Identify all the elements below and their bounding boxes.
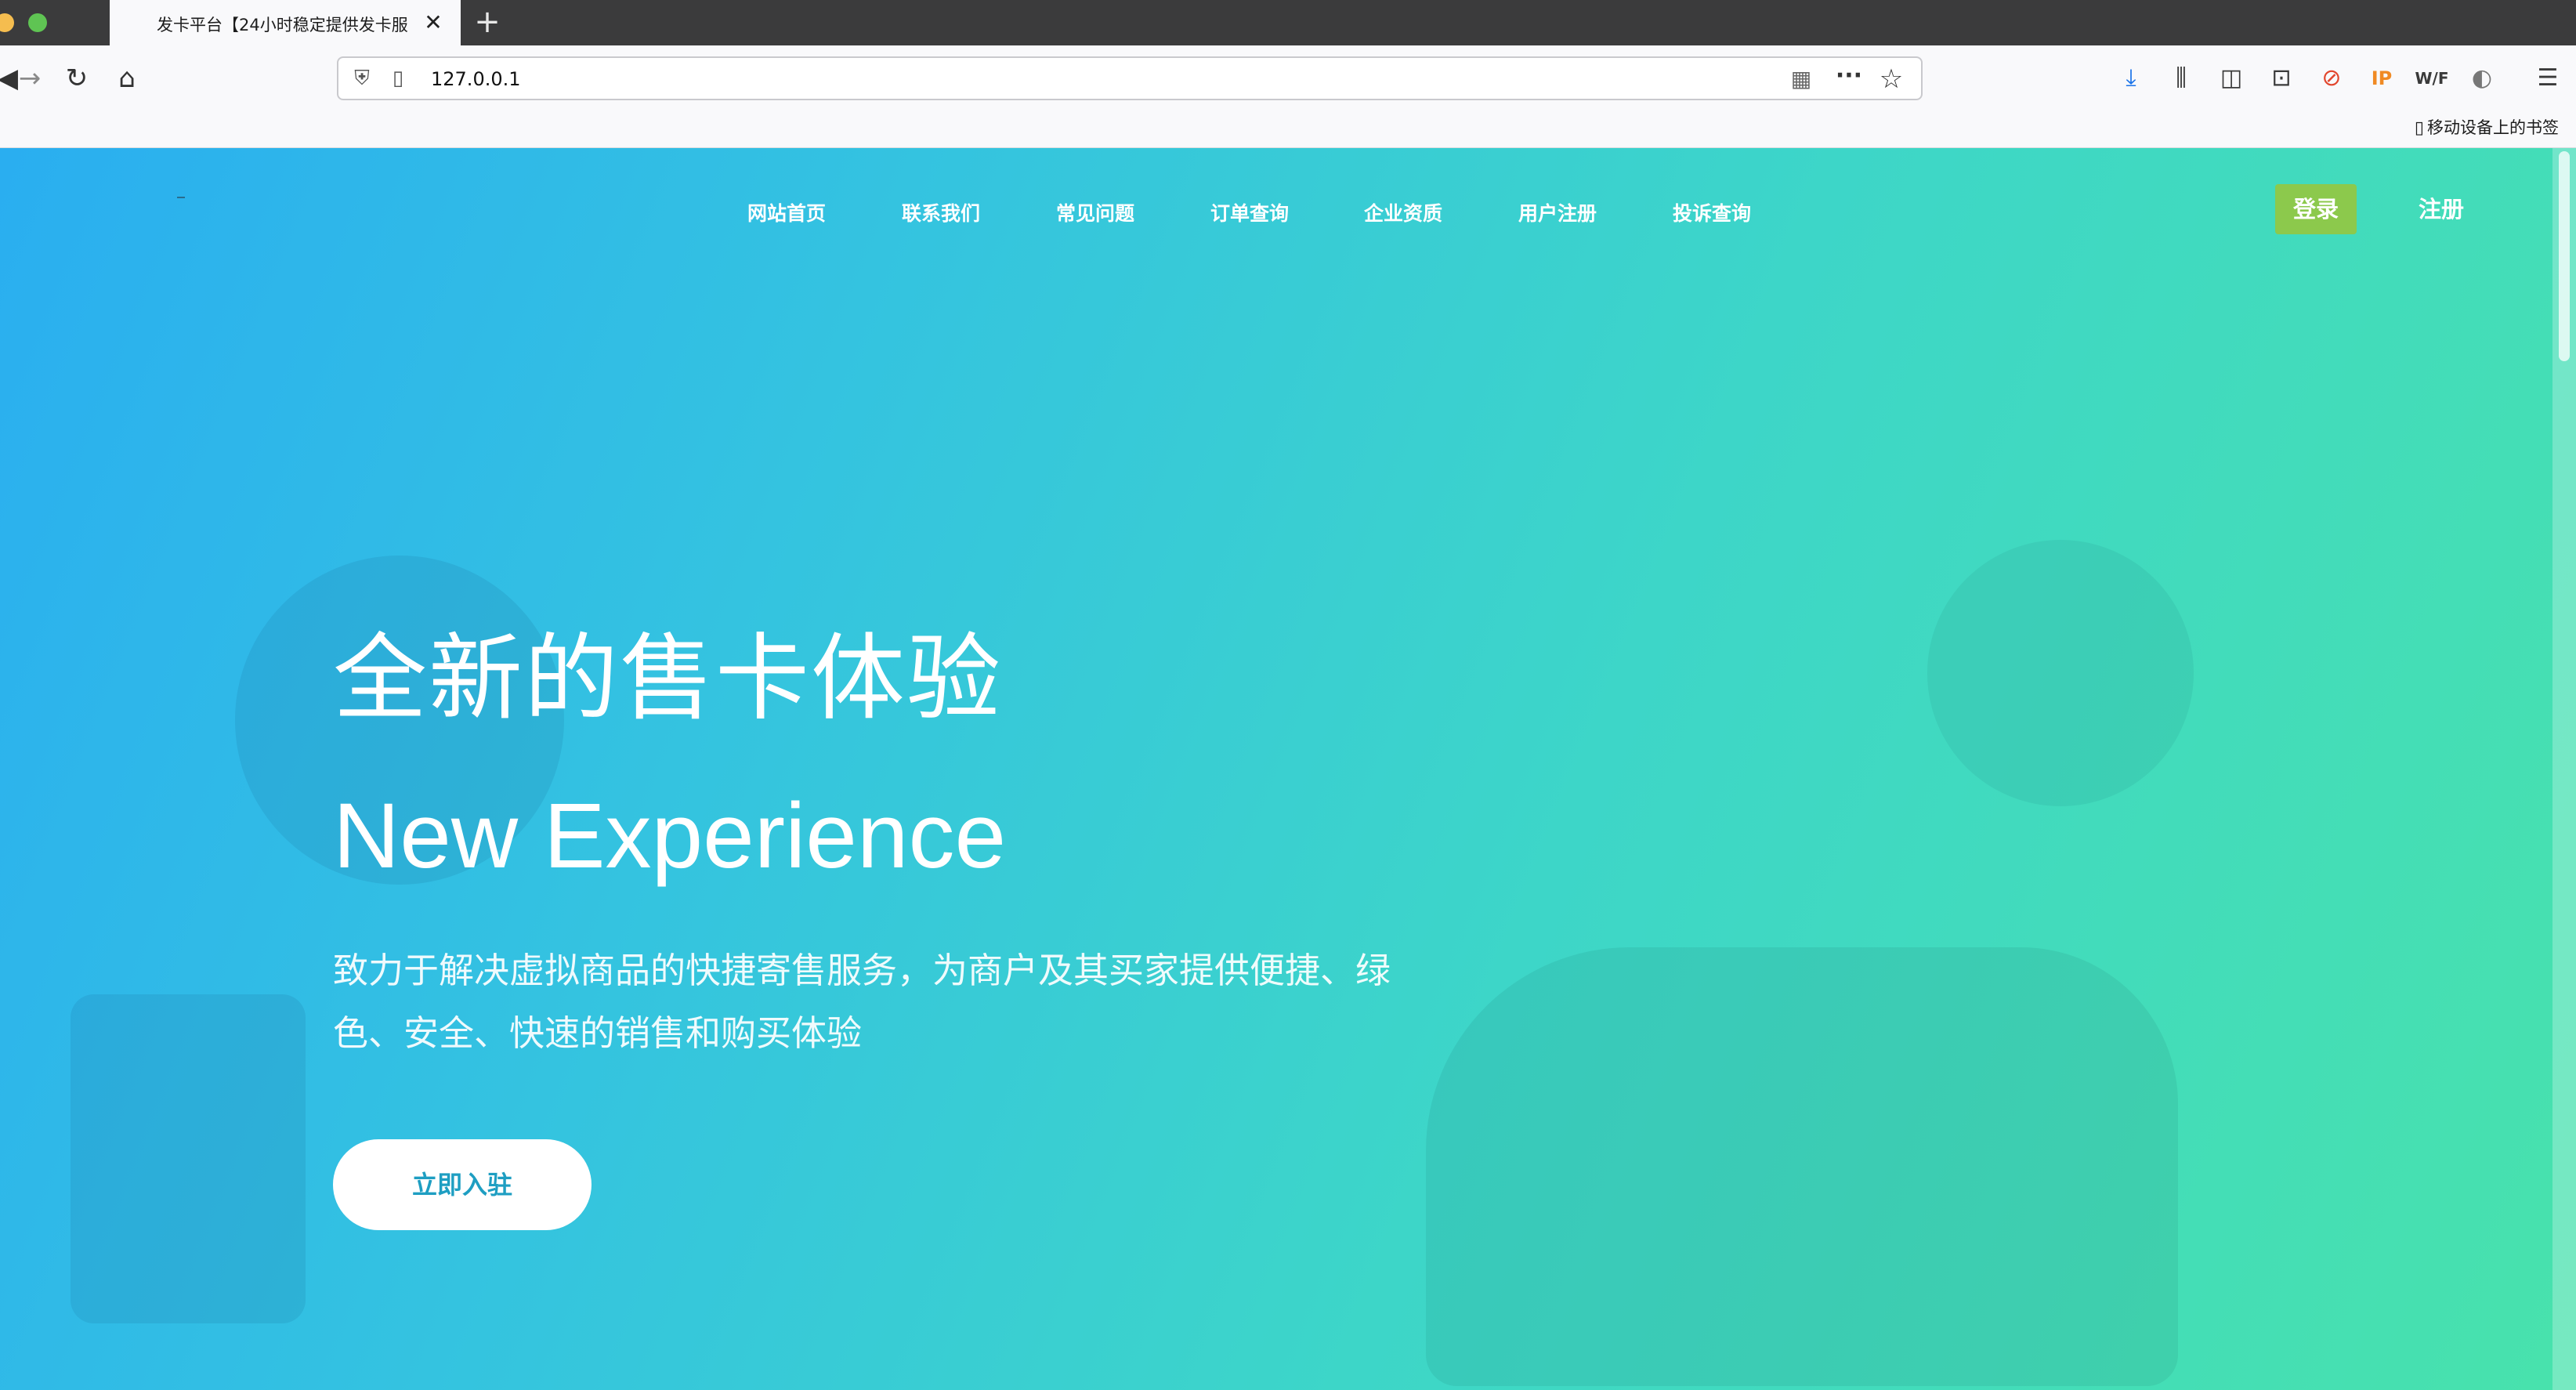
scrollbar-thumb[interactable] xyxy=(2559,151,2570,361)
mobile-bookmarks[interactable]: ▯ 移动设备上的书签 xyxy=(2415,114,2559,141)
more-actions-icon[interactable]: ··· xyxy=(1833,64,1865,92)
hero-section: 网站首页 联系我们 常见问题 订单查询 企业资质 用户注册 投诉查询 登录 注册… xyxy=(0,148,2576,1390)
menu-icon[interactable]: ☰ xyxy=(2531,61,2565,96)
nav-item-complaint-query[interactable]: 投诉查询 xyxy=(1649,195,1775,233)
site-nav: 网站首页 联系我们 常见问题 订单查询 企业资质 用户注册 投诉查询 xyxy=(0,195,2576,233)
home-icon[interactable]: ⌂ xyxy=(110,61,144,96)
background-decoration xyxy=(1927,540,2194,806)
ip-extension-icon[interactable]: IP xyxy=(2364,61,2399,96)
screenshot-icon[interactable]: ⊡ xyxy=(2264,61,2299,96)
plus-icon[interactable]: + xyxy=(470,6,505,41)
library-icon[interactable]: ⫼ xyxy=(2164,61,2198,96)
url-input[interactable]: 127.0.0.1 xyxy=(431,67,901,91)
browser-tab-bar: 发卡平台【24小时稳定提供发卡服务】 ✕ + xyxy=(0,0,2576,47)
hero-title-cn: 全新的售卡体验 xyxy=(333,624,1002,733)
bookmark-star-icon[interactable]: ☆ xyxy=(1876,64,1907,94)
nav-item-user-register[interactable]: 用户注册 xyxy=(1495,195,1620,233)
download-icon[interactable]: ⤓ xyxy=(2114,61,2148,96)
sidebar-icon[interactable]: ◫ xyxy=(2214,61,2249,96)
minimize-window-button[interactable] xyxy=(0,13,14,32)
address-bar[interactable]: ⛨ ▯ 127.0.0.1 ▦ ··· ☆ xyxy=(337,56,1923,100)
background-decoration xyxy=(71,994,306,1323)
nav-item-qualification[interactable]: 企业资质 xyxy=(1340,195,1466,233)
close-icon[interactable]: ✕ xyxy=(421,11,445,34)
hero-description-line: 色、安全、快速的销售和购买体验 xyxy=(333,1012,863,1054)
hero-description: 致力于解决虚拟商品的快捷寄售服务，为商户及其买家提供便捷、绿 色、安全、快速的销… xyxy=(333,939,1492,1073)
reload-icon[interactable]: ↻ xyxy=(60,61,94,96)
nav-item-contact[interactable]: 联系我们 xyxy=(878,195,1004,233)
forward-arrow-icon[interactable]: → xyxy=(13,61,47,96)
background-decoration xyxy=(1426,947,2178,1386)
join-now-button[interactable]: 立即入驻 xyxy=(333,1139,592,1230)
page-scrollbar[interactable] xyxy=(2552,148,2576,1390)
register-button[interactable]: 注册 xyxy=(2401,184,2482,234)
maximize-window-button[interactable] xyxy=(28,13,47,32)
mobile-bookmarks-label: 移动设备上的书签 xyxy=(2427,118,2559,137)
wifi-extension-icon[interactable]: W/F xyxy=(2415,61,2449,96)
login-button[interactable]: 登录 xyxy=(2275,184,2357,234)
nav-item-faq[interactable]: 常见问题 xyxy=(1033,195,1158,233)
qr-code-icon[interactable]: ▦ xyxy=(1788,66,1814,92)
hero-description-line: 致力于解决虚拟商品的快捷寄售服务，为商户及其买家提供便捷、绿 xyxy=(333,950,1391,991)
shield-icon[interactable]: ⛨ xyxy=(349,66,374,91)
tab-title: 发卡平台【24小时稳定提供发卡服务】 xyxy=(157,16,407,34)
hero-title-en: New Experience xyxy=(333,784,1007,888)
mobile-device-icon: ▯ xyxy=(2414,118,2424,138)
nav-item-home[interactable]: 网站首页 xyxy=(724,195,849,233)
sync-extension-icon[interactable]: ◐ xyxy=(2465,61,2499,96)
block-extension-icon[interactable]: ⊘ xyxy=(2314,61,2349,96)
browser-tab[interactable]: 发卡平台【24小时稳定提供发卡服务】 ✕ xyxy=(110,0,461,47)
browser-toolbar: ◀ → ↻ ⌂ ⛨ ▯ 127.0.0.1 ▦ ··· ☆ ⤓ ⫼ ◫ ⊡ ⊘ … xyxy=(0,45,2576,148)
page-info-icon[interactable]: ▯ xyxy=(385,66,411,91)
nav-item-order-query[interactable]: 订单查询 xyxy=(1187,195,1312,233)
